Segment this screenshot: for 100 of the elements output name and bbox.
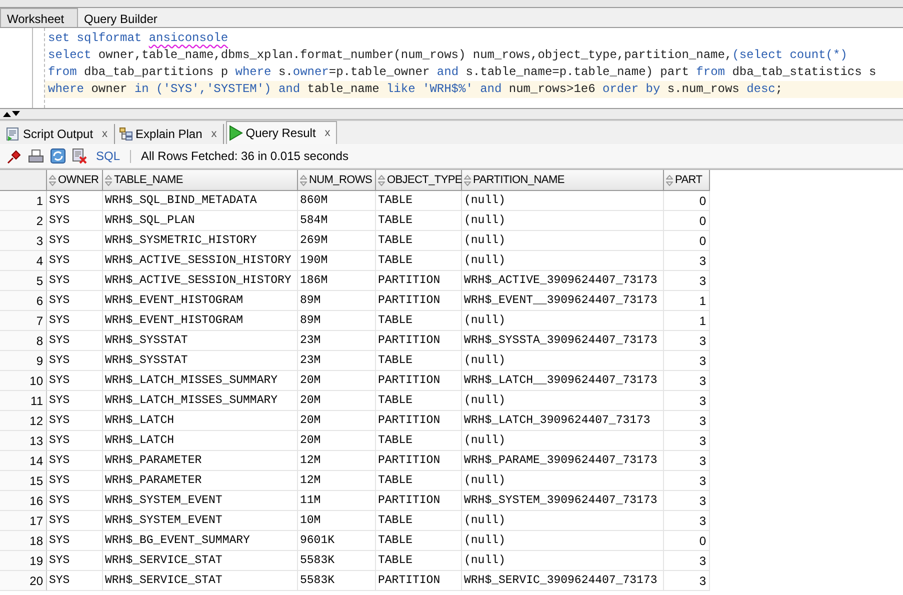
row-number: 8: [0, 331, 47, 351]
column-header[interactable]: OBJECT_TYPE: [376, 170, 462, 191]
table-cell: SYS: [47, 271, 103, 291]
table-cell: (null): [462, 351, 664, 371]
table-cell: SYS: [47, 291, 103, 311]
table-cell: 0: [664, 531, 710, 551]
result-tab[interactable]: Query Result x: [226, 121, 338, 144]
table-cell: WRH$_LATCH_MISSES_SUMMARY: [103, 371, 298, 391]
table-cell: PARTITION: [376, 411, 462, 431]
table-cell: SYS: [47, 351, 103, 371]
row-number: 15: [0, 471, 47, 491]
table-cell: WRH$_SYSMETRIC_HISTORY: [103, 231, 298, 251]
row-number: 13: [0, 431, 47, 451]
table-cell: SYS: [47, 531, 103, 551]
table-cell: TABLE: [376, 511, 462, 531]
table-cell: 3: [664, 411, 710, 431]
table-cell: SYS: [47, 511, 103, 531]
table-cell: TABLE: [376, 191, 462, 211]
table-cell: PARTITION: [376, 451, 462, 471]
table-cell: PARTITION: [376, 571, 462, 591]
column-header[interactable]: NUM_ROWS: [298, 170, 376, 191]
sort-icon[interactable]: [464, 174, 471, 186]
row-number: 9: [0, 351, 47, 371]
table-cell: 0: [664, 231, 710, 251]
table-cell: 3: [664, 351, 710, 371]
table-cell: PARTITION: [376, 291, 462, 311]
sort-icon[interactable]: [49, 174, 56, 186]
table-cell: TABLE: [376, 231, 462, 251]
table-cell: TABLE: [376, 551, 462, 571]
sql-link[interactable]: SQL: [96, 149, 120, 163]
table-cell: SYS: [47, 371, 103, 391]
table-cell: TABLE: [376, 311, 462, 331]
table-cell: WRH$_SYSTEM_EVENT: [103, 511, 298, 531]
table-cell: WRH$_LATCH: [103, 411, 298, 431]
row-number: 20: [0, 571, 47, 591]
table-cell: 3: [664, 331, 710, 351]
sort-icon[interactable]: [666, 174, 673, 186]
row-number: 1: [0, 191, 47, 211]
table-cell: WRH$_SYSSTA_3909624407_73173: [462, 331, 664, 351]
print-icon[interactable]: [28, 148, 44, 164]
table-cell: WRH$_BG_EVENT_SUMMARY: [103, 531, 298, 551]
column-header[interactable]: OWNER: [47, 170, 103, 191]
delete-icon[interactable]: [72, 148, 88, 164]
table-cell: 3: [664, 571, 710, 591]
table-cell: 3: [664, 431, 710, 451]
editor-tab[interactable]: Worksheet: [0, 8, 78, 27]
sort-icon[interactable]: [378, 174, 385, 186]
row-number: 18: [0, 531, 47, 551]
table-cell: 12M: [298, 471, 376, 491]
table-cell: (null): [462, 551, 664, 571]
code-line: set sqlformat ansiconsole: [47, 30, 230, 47]
sort-icon[interactable]: [300, 174, 307, 186]
column-header[interactable]: PARTITION_NAME: [462, 170, 664, 191]
code-line: select owner,table_name,dbms_xplan.format_number(num_rows) num_rows,object_type,partition_name,(select count(*): [47, 47, 848, 64]
table-cell: WRH$_PARAMETER: [103, 451, 298, 471]
table-cell: TABLE: [376, 391, 462, 411]
table-cell: TABLE: [376, 251, 462, 271]
row-number: 12: [0, 411, 47, 431]
row-number: 16: [0, 491, 47, 511]
table-cell: 23M: [298, 331, 376, 351]
table-cell: SYS: [47, 411, 103, 431]
row-number: 6: [0, 291, 47, 311]
plan-icon: [118, 127, 133, 141]
status-text: All Rows Fetched: 36 in 0.015 seconds: [141, 149, 348, 163]
editor-tab[interactable]: Query Builder: [78, 8, 166, 27]
row-number: 19: [0, 551, 47, 571]
table-cell: (null): [462, 231, 664, 251]
table-cell: 23M: [298, 351, 376, 371]
column-header[interactable]: PART: [664, 170, 710, 191]
table-cell: WRH$_SYSTEM_EVENT: [103, 491, 298, 511]
table-cell: 0: [664, 191, 710, 211]
table-cell: WRH$_LATCH: [103, 431, 298, 451]
table-cell: 3: [664, 491, 710, 511]
table-cell: 5583K: [298, 571, 376, 591]
sort-icon[interactable]: [105, 174, 112, 186]
table-cell: 3: [664, 451, 710, 471]
table-cell: 3: [664, 511, 710, 531]
collapse-arrows-icon[interactable]: [3, 111, 21, 117]
table-cell: WRH$_LATCH__3909624407_73173: [462, 371, 664, 391]
table-cell: WRH$_EVENT_HISTOGRAM: [103, 291, 298, 311]
table-cell: WRH$_LATCH_3909624407_73173: [462, 411, 664, 431]
table-cell: TABLE: [376, 431, 462, 451]
table-cell: 5583K: [298, 551, 376, 571]
table-cell: WRH$_PARAMETER: [103, 471, 298, 491]
table-cell: TABLE: [376, 351, 462, 371]
table-cell: WRH$_SQL_BIND_METADATA: [103, 191, 298, 211]
column-header[interactable]: TABLE_NAME: [103, 170, 298, 191]
table-cell: 1: [664, 311, 710, 331]
table-cell: PARTITION: [376, 331, 462, 351]
table-cell: (null): [462, 471, 664, 491]
table-cell: 12M: [298, 451, 376, 471]
table-cell: 89M: [298, 291, 376, 311]
table-cell: WRH$_SERVIC_3909624407_73173: [462, 571, 664, 591]
table-cell: 20M: [298, 431, 376, 451]
refresh-icon[interactable]: [50, 148, 66, 164]
pin-icon[interactable]: [7, 148, 22, 164]
row-number: 10: [0, 371, 47, 391]
table-cell: 584M: [298, 211, 376, 231]
table-cell: TABLE: [376, 531, 462, 551]
row-number: 3: [0, 231, 47, 251]
